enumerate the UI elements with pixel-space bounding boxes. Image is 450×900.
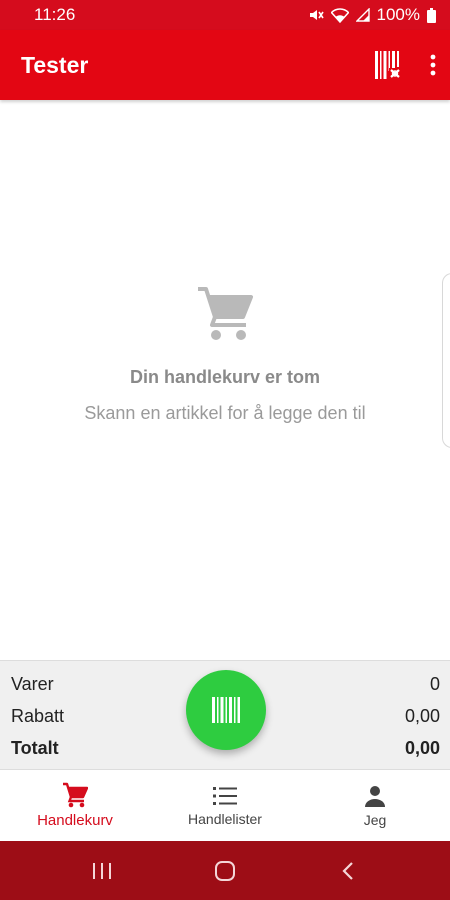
person-icon [365,785,385,807]
shopping-cart-icon [198,287,253,340]
app-bar: Tester [0,30,450,100]
shopping-cart-icon [63,782,88,808]
empty-cart-state: Din handlekurv er tom Skann en artikkel … [0,285,450,424]
nav-item-handlelister[interactable]: Handlelister [150,770,300,841]
summary-label: Rabatt [11,706,65,726]
back-button[interactable] [318,851,378,891]
nav-label: Jeg [363,811,387,828]
page-title: Tester [21,51,89,78]
status-icons: 100% [308,5,436,25]
signal-icon [355,8,370,22]
more-vert-icon [430,54,436,76]
empty-cart-subtitle: Skann en artikkel for å legge den til [84,403,366,423]
barcode-icon [212,697,240,723]
nav-item-handlekurv[interactable]: Handlekurv [0,770,150,841]
status-time: 11:26 [34,5,76,24]
recents-button[interactable] [72,851,132,891]
battery-percent: 100% [376,5,420,24]
system-navigation-bar [0,841,450,900]
summary-value: 0,00 [404,706,440,726]
wifi-icon [330,7,349,23]
mute-icon [309,10,324,20]
home-icon [214,860,235,881]
summary-value: 0 [429,674,440,694]
summary-label: Totalt [11,738,59,758]
list-icon [213,786,237,805]
summary-value: 0,00 [404,738,440,758]
summary-label: Varer [11,674,54,694]
nav-label: Handlekurv [37,812,113,829]
barcode-scan-icon [375,51,401,79]
scan-fab-button[interactable] [186,670,266,750]
barcode-scan-button[interactable] [374,50,402,80]
nav-label: Handlelister [188,810,262,827]
bottom-navigation: Handlekurv Handlelister Jeg [0,770,450,841]
recents-icon [92,862,111,879]
status-bar: 11:26 100% [0,0,450,30]
battery-icon [427,7,436,23]
empty-cart-title: Din handlekurv er tom [129,367,321,387]
home-button[interactable] [195,851,255,891]
back-icon [342,861,354,880]
nav-item-jeg[interactable]: Jeg [300,770,450,841]
more-options-button[interactable] [430,54,436,76]
